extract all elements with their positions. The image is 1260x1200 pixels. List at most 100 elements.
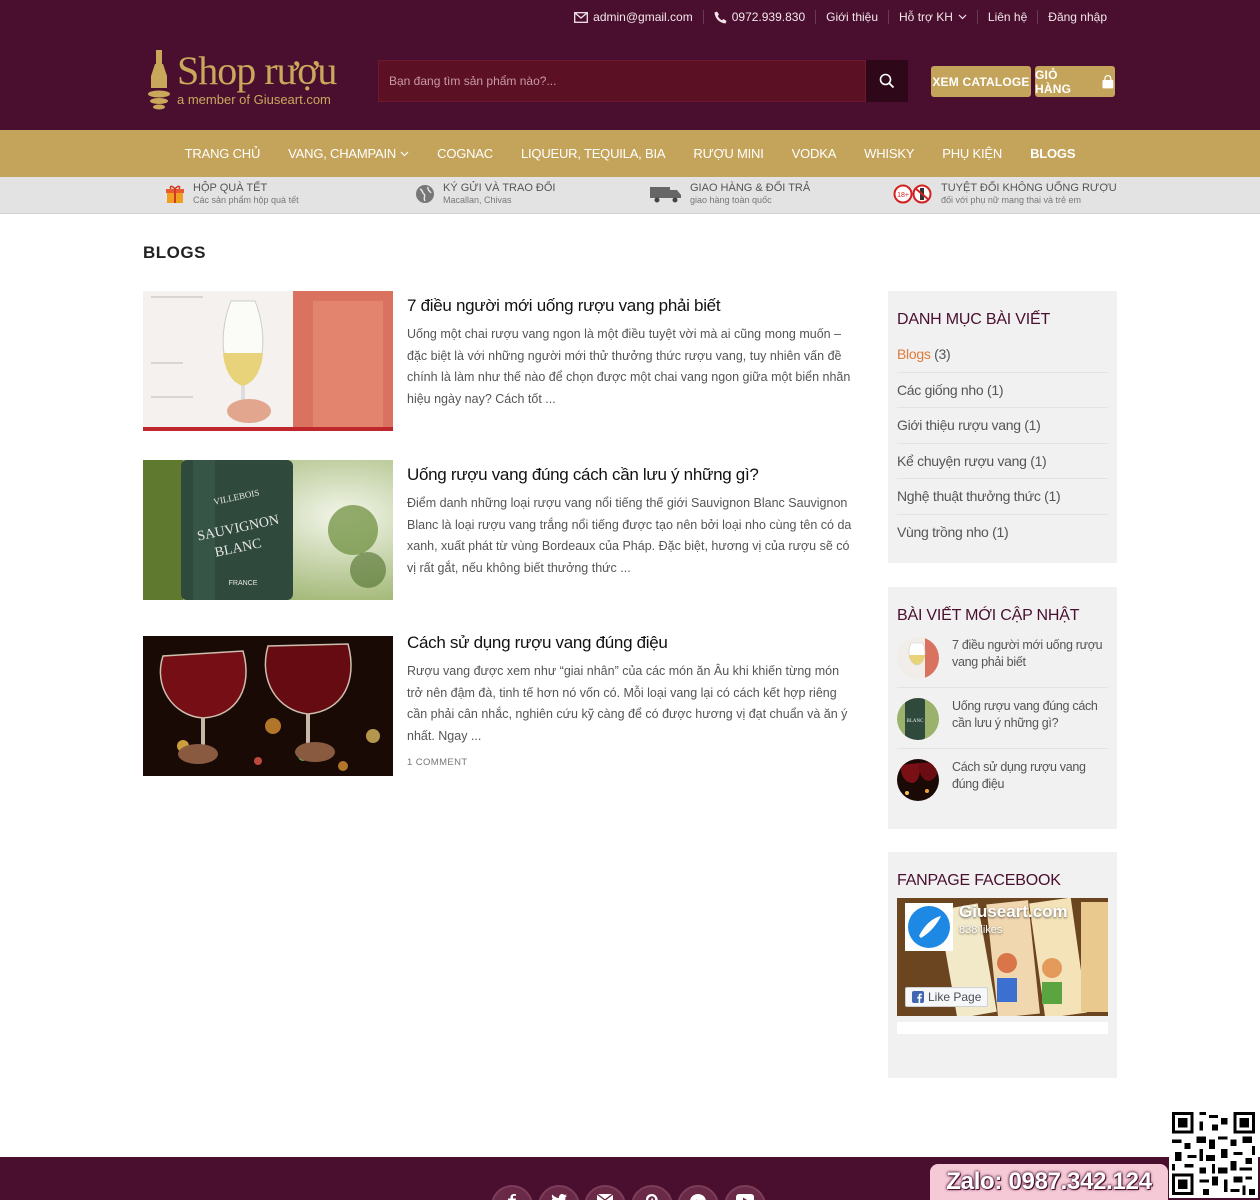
feature-gift-sub: Các sản phẩm hộp quà tết: [193, 195, 299, 205]
email-link[interactable]: admin@gmail.com: [564, 10, 703, 24]
link-about-label: Giới thiệu: [826, 10, 879, 24]
page-title: BLOGS: [143, 243, 206, 262]
category-name: Các giống nho: [897, 381, 984, 398]
zalo-contact-badge[interactable]: Zalo: 0987.342.124: [930, 1164, 1168, 1200]
features-strip: HỘP QUÀ TẾT Các sản phẩm hộp quà tết KÝ G…: [0, 177, 1260, 214]
shopping-bag-icon: [1102, 74, 1114, 88]
recent-post-item[interactable]: 7 điều người mới uống rượu vang phải biế…: [897, 627, 1108, 688]
post-title[interactable]: Cách sử dụng rượu vang đúng điệu: [407, 632, 858, 654]
nav-cognac[interactable]: COGNAC: [423, 146, 507, 161]
category-item[interactable]: Blogs (3): [897, 337, 1108, 373]
recent-post-item[interactable]: Cách sử dụng rượu vang đúng điệu: [897, 749, 1108, 810]
wine-bottle-image: VILLEBOIS SAUVIGNON BLANC FRANCE: [143, 460, 393, 600]
chevron-down-icon: [400, 151, 409, 156]
post-thumbnail[interactable]: [143, 636, 393, 776]
link-login-label: Đăng nhập: [1048, 10, 1107, 24]
phone-text: 0972.939.830: [731, 10, 806, 24]
truck-icon: [650, 187, 681, 203]
email-icon: [597, 1194, 613, 1200]
youtube-icon: [736, 1194, 754, 1200]
view-catalog-button[interactable]: XEM CATALOGE: [931, 66, 1031, 97]
link-support[interactable]: Hỗ trợ KH: [888, 10, 977, 24]
top-bar: admin@gmail.com 0972.939.830 Giới thiệu …: [564, 8, 1117, 26]
logo-name: Shop rượu: [177, 48, 337, 93]
svg-text:BLANC: BLANC: [907, 719, 925, 724]
link-contact[interactable]: Liên hệ: [976, 10, 1037, 24]
nav-wine[interactable]: VANG, CHAMPAIN: [274, 146, 423, 161]
facebook-page-name[interactable]: Giuseart.com: [959, 902, 1068, 922]
feature-gift: HỘP QUÀ TẾT Các sản phẩm hộp quà tết: [165, 182, 299, 206]
zalo-contact-text: Zalo: 0987.342.124: [946, 1168, 1152, 1195]
recent-post-thumbnail: [897, 637, 939, 679]
red-wine-toast-image: [143, 636, 393, 776]
link-about[interactable]: Giới thiệu: [815, 10, 888, 24]
recent-post-item[interactable]: BLANC Uống rượu vang đúng cách cần lưu ý…: [897, 688, 1108, 749]
feature-consign-title: KÝ GỬI VÀ TRAO ĐỔI: [443, 182, 556, 194]
post-title[interactable]: 7 điều người mới uống rượu vang phải biế…: [407, 295, 858, 317]
categories-title: DANH MỤC BÀI VIẾT: [897, 311, 1051, 328]
twitter-icon: [551, 1194, 567, 1200]
recent-post-title: 7 điều người mới uống rượu vang phải biế…: [952, 638, 1103, 669]
phone-link[interactable]: 0972.939.830: [702, 10, 815, 24]
nav-home[interactable]: TRANG CHỦ: [171, 146, 274, 161]
recent-post-thumbnail: BLANC: [897, 698, 939, 740]
recent-posts-title: BÀI VIẾT MỚI CẬP NHẬT: [897, 607, 1080, 624]
envelope-icon: [574, 11, 589, 23]
category-name: Giới thiệu rượu vang: [897, 417, 1021, 434]
post-title[interactable]: Uống rượu vang đúng cách cần lưu ý những…: [407, 464, 858, 486]
nav-vodka-label: VODKA: [791, 146, 837, 161]
category-count: (1): [1024, 417, 1041, 434]
no-alcohol-icon: 18+: [893, 184, 932, 204]
nav-cognac-label: COGNAC: [437, 146, 493, 161]
facebook-page-plugin[interactable]: Giuseart.com 838 likes Like Page: [897, 898, 1108, 1016]
recent-post-title: Cách sử dụng rượu vang đúng điệu: [952, 760, 1086, 791]
wine-bottle-icon: [148, 50, 170, 110]
globe-icon: [416, 185, 434, 203]
nav-blogs-label: BLOGS: [1030, 146, 1076, 161]
post-excerpt: Rượu vang được xem như “giai nhân” của c…: [407, 664, 848, 743]
search-form: [378, 60, 908, 102]
nav-liqueur[interactable]: LIQUEUR, TEQUILA, BIA: [507, 146, 679, 161]
category-item[interactable]: Kể chuyện rượu vang (1): [897, 444, 1108, 480]
nav-vodka[interactable]: VODKA: [778, 146, 851, 161]
category-item[interactable]: Nghệ thuật thưởng thức (1): [897, 479, 1108, 515]
qr-code: [1169, 1109, 1258, 1198]
feature-delivery: GIAO HÀNG & ĐỔI TRẢ giao hàng toàn quốc: [650, 182, 810, 206]
post-thumbnail[interactable]: VILLEBOIS SAUVIGNON BLANC FRANCE: [143, 460, 393, 600]
recent-post-thumbnail: [897, 759, 939, 801]
view-catalog-label: XEM CATALOGE: [932, 74, 1030, 89]
gift-icon: [166, 185, 184, 203]
nav-accessories[interactable]: PHỤ KIỆN: [928, 146, 1016, 161]
category-item[interactable]: Giới thiệu rượu vang (1): [897, 408, 1108, 444]
recent-post-title: Uống rượu vang đúng cách cần lưu ý những…: [952, 699, 1098, 730]
svg-text:FRANCE: FRANCE: [229, 580, 258, 587]
facebook-widget: FANPAGE FACEBOOK Giuseart.com 838 likes …: [888, 852, 1117, 1078]
category-item[interactable]: Vùng trồng nho (1): [897, 515, 1108, 551]
nav-whisky[interactable]: WHISKY: [850, 146, 928, 161]
post-excerpt: Điểm danh những loại rượu vang nổi tiếng…: [407, 496, 852, 575]
post-thumbnail[interactable]: [143, 291, 393, 431]
feature-delivery-title: GIAO HÀNG & ĐỔI TRẢ: [690, 182, 811, 194]
cart-button[interactable]: GIỎ HÀNG: [1035, 66, 1115, 97]
nav-mini[interactable]: RƯỢU MINI: [679, 146, 777, 161]
link-login[interactable]: Đăng nhập: [1037, 10, 1117, 24]
main-nav: TRANG CHỦ VANG, CHAMPAIN COGNAC LIQUEUR,…: [0, 130, 1260, 177]
feature-delivery-sub: giao hàng toàn quốc: [690, 195, 772, 205]
category-count: (1): [992, 523, 1009, 540]
facebook-like-button[interactable]: Like Page: [905, 987, 989, 1007]
recent-posts-list: 7 điều người mới uống rượu vang phải biế…: [897, 627, 1108, 810]
comment-count[interactable]: 1 COMMENT: [407, 757, 858, 768]
category-item[interactable]: Các giống nho (1): [897, 373, 1108, 409]
categories-list: Blogs (3) Các giống nho (1) Giới thiệu r…: [897, 337, 1108, 551]
facebook-icon: [508, 1194, 516, 1200]
category-name: Nghệ thuật thưởng thức: [897, 488, 1041, 505]
search-button[interactable]: [866, 60, 908, 102]
search-input[interactable]: [378, 60, 866, 102]
site-logo[interactable]: Shop rượu a member of Giuseart.com: [145, 46, 350, 114]
nav-blogs[interactable]: BLOGS: [1016, 146, 1089, 161]
nav-home-label: TRANG CHỦ: [184, 146, 261, 161]
nav-wine-label: VANG, CHAMPAIN: [288, 146, 397, 161]
wine-glass-image: [143, 291, 393, 431]
post-excerpt: Uống một chai rượu vang ngon là một điều…: [407, 327, 851, 406]
facebook-feed-strip: [897, 1022, 1108, 1034]
